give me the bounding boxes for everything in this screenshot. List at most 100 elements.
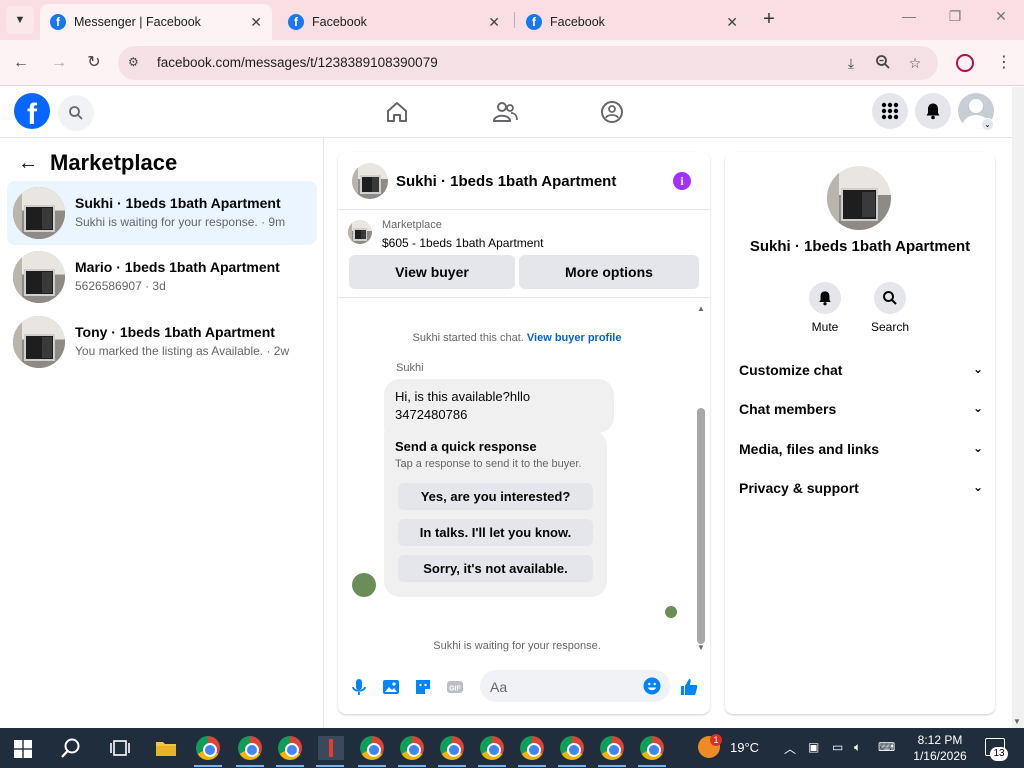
browser-tab-facebook-2[interactable]: f Facebook ✕ (516, 4, 748, 40)
tab-search-button[interactable]: ▼ (6, 6, 34, 34)
conversation-item[interactable]: Sukhi · 1beds 1bath Apartment Sukhi is w… (7, 181, 317, 245)
forward-icon[interactable]: → (48, 52, 70, 74)
listing-thumbnail[interactable] (348, 220, 372, 244)
quick-response-title: Send a quick response (395, 439, 537, 454)
restore-icon[interactable]: ❐ (940, 8, 970, 25)
facebook-favicon-icon: f (288, 14, 304, 30)
browser-menu-icon[interactable]: ⋮ (996, 52, 1012, 72)
more-options-button[interactable]: More options (519, 255, 699, 289)
thumbs-up-icon[interactable] (678, 676, 700, 698)
grid-icon (881, 102, 899, 120)
windows-start-icon[interactable] (14, 740, 32, 758)
mute-action[interactable]: Mute (795, 282, 855, 334)
address-bar[interactable]: ⚙ facebook.com/messages/t/12383891083900… (118, 46, 938, 80)
gif-icon[interactable]: GIF (444, 676, 466, 698)
groups-icon[interactable] (599, 99, 625, 125)
scroll-down-icon[interactable]: ▼ (1013, 717, 1021, 726)
chat-header: Sukhi · 1beds 1bath Apartment i (338, 152, 710, 210)
search-icon (883, 291, 897, 305)
info-icon[interactable]: i (673, 172, 691, 190)
bookmark-star-icon[interactable]: ☆ (906, 54, 924, 72)
chrome-taskbar-icon[interactable] (598, 736, 626, 767)
clock[interactable]: 8:12 PM 1/16/2026 (900, 732, 980, 764)
notifications-button[interactable] (915, 93, 951, 129)
view-buyer-profile-link[interactable]: View buyer profile (527, 332, 622, 344)
zoom-icon[interactable] (874, 54, 892, 72)
facebook-logo-icon[interactable]: f (14, 93, 50, 129)
chrome-taskbar-icon[interactable] (194, 736, 222, 767)
view-buyer-button[interactable]: View buyer (349, 255, 515, 289)
close-tab-icon[interactable]: ✕ (250, 14, 262, 31)
chrome-taskbar-icon[interactable] (478, 736, 506, 767)
scroll-thumb[interactable] (697, 408, 705, 644)
browser-tab-messenger[interactable]: f Messenger | Facebook ✕ (40, 4, 272, 40)
pinned-app-icon[interactable] (316, 736, 344, 767)
chat-title[interactable]: Sukhi · 1beds 1bath Apartment (396, 173, 616, 190)
task-view-icon[interactable] (108, 736, 132, 760)
chrome-taskbar-icon[interactable] (638, 736, 666, 767)
microphone-icon[interactable] (348, 676, 370, 698)
chrome-taskbar-icon[interactable] (276, 736, 304, 767)
chat-avatar[interactable] (352, 163, 388, 199)
sender-avatar[interactable] (352, 573, 376, 597)
search-action[interactable]: Search (860, 282, 920, 334)
reload-icon[interactable]: ↻ (83, 52, 105, 74)
quick-response-in-talks[interactable]: In talks. I'll let you know. (398, 519, 593, 546)
privacy-support-section[interactable]: Privacy & support ⌄ (739, 480, 983, 502)
contact-avatar[interactable] (827, 166, 891, 230)
chevron-down-icon: ⌄ (972, 480, 983, 494)
back-arrow-icon[interactable]: ← (18, 152, 38, 175)
browser-tab-strip: ▼ f Messenger | Facebook ✕ f Facebook ✕ … (0, 0, 1024, 40)
browser-profile-icon[interactable] (956, 54, 974, 72)
account-chevron-icon[interactable]: ⌄ (981, 118, 994, 131)
browser-tab-facebook-1[interactable]: f Facebook ✕ (278, 4, 510, 40)
menu-grid-button[interactable] (872, 93, 908, 129)
chrome-taskbar-icon[interactable] (438, 736, 466, 767)
chrome-taskbar-icon[interactable] (236, 736, 264, 767)
chrome-taskbar-icon[interactable] (518, 736, 546, 767)
volume-icon[interactable]: 🔈︎ (854, 740, 861, 755)
quick-response-yes[interactable]: Yes, are you interested? (398, 483, 593, 510)
listing-thumbnail (13, 316, 65, 368)
tab-separator (514, 12, 515, 28)
photo-icon[interactable] (380, 676, 402, 698)
meet-now-icon[interactable]: ▣ (808, 740, 819, 754)
quick-response-not-available[interactable]: Sorry, it's not available. (398, 555, 593, 582)
install-app-icon[interactable]: ⤓ (842, 54, 860, 72)
friends-icon[interactable] (492, 99, 518, 125)
conversation-item[interactable]: Mario · 1beds 1bath Apartment 5626586907… (7, 245, 317, 309)
chat-members-section[interactable]: Chat members ⌄ (739, 401, 983, 423)
window-close-icon[interactable]: ✕ (986, 8, 1016, 25)
chrome-taskbar-icon[interactable] (398, 736, 426, 767)
keyboard-icon[interactable]: ⌨ (878, 740, 895, 754)
sticker-icon[interactable] (412, 676, 434, 698)
weather-temp[interactable]: 19°C (730, 740, 759, 755)
chrome-taskbar-icon[interactable] (358, 736, 386, 767)
scroll-down-icon[interactable]: ▼ (696, 643, 706, 652)
listing-price[interactable]: $605 - 1beds 1bath Apartment (382, 236, 543, 250)
network-icon[interactable]: ▭ (832, 740, 843, 754)
page-scrollbar[interactable]: ▼ (1012, 87, 1024, 728)
minimize-icon[interactable]: — (894, 8, 924, 24)
tray-overflow-icon[interactable]: ︿ (784, 740, 796, 757)
scroll-up-icon[interactable]: ▲ (696, 304, 706, 313)
site-info-icon[interactable]: ⚙ (128, 55, 144, 71)
back-icon[interactable]: ← (10, 52, 32, 74)
message-input[interactable]: Aa (480, 670, 670, 702)
close-tab-icon[interactable]: ✕ (488, 14, 500, 31)
facebook-search-button[interactable] (58, 95, 94, 131)
emoji-icon[interactable] (643, 677, 661, 695)
home-icon[interactable] (384, 99, 410, 125)
chat-panel: Sukhi · 1beds 1bath Apartment i Marketpl… (338, 152, 710, 714)
taskbar-search-icon[interactable] (60, 737, 82, 759)
chrome-taskbar-icon[interactable] (558, 736, 586, 767)
media-files-links-section[interactable]: Media, files and links ⌄ (739, 441, 983, 463)
close-tab-icon[interactable]: ✕ (726, 14, 738, 31)
file-explorer-icon[interactable] (154, 736, 178, 760)
customize-chat-section[interactable]: Customize chat ⌄ (739, 362, 983, 384)
conversation-item[interactable]: Tony · 1beds 1bath Apartment You marked … (7, 310, 317, 374)
listing-label: Marketplace (382, 219, 442, 231)
seen-receipt-avatar (665, 606, 677, 618)
new-tab-button[interactable]: + (758, 8, 780, 30)
chat-scrollbar[interactable]: ▲ ▼ (696, 304, 706, 652)
